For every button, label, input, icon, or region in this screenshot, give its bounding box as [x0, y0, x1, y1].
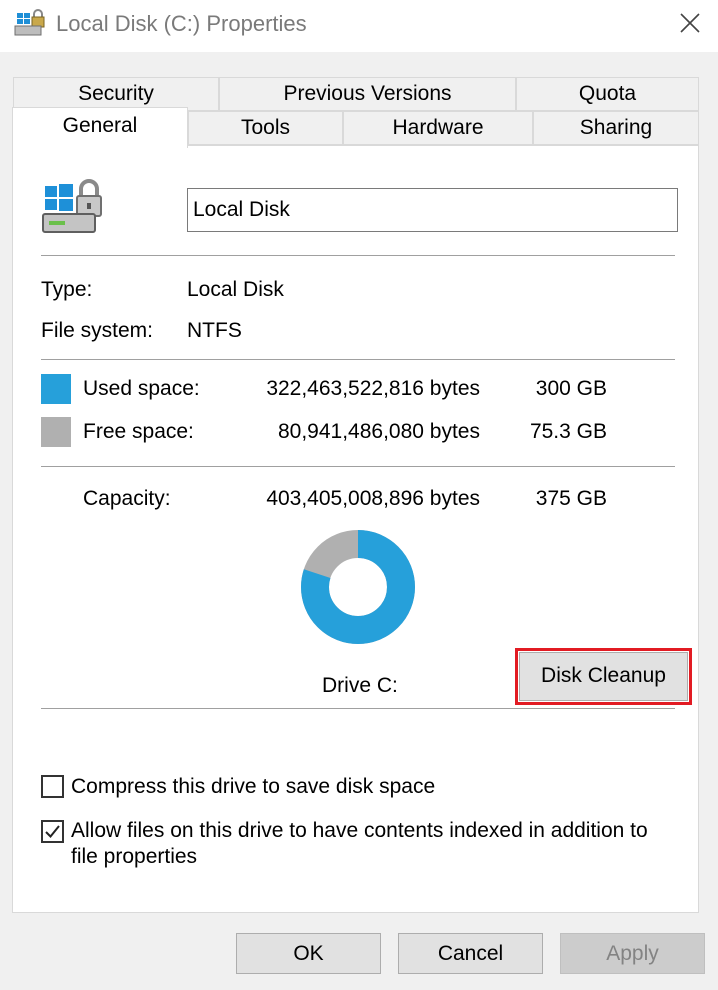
general-tab-panel: Type: Local Disk File system: NTFS Used … [12, 145, 699, 913]
index-label-line2[interactable]: file properties [71, 845, 197, 869]
capacity-size: 375 GB [535, 487, 607, 510]
disk-cleanup-button[interactable]: Disk Cleanup [519, 652, 688, 701]
compress-checkbox[interactable] [41, 775, 64, 798]
tab-quota[interactable]: Quota [516, 77, 699, 111]
index-label-line1[interactable]: Allow files on this drive to have conten… [71, 819, 648, 843]
separator [41, 708, 675, 709]
disk-usage-donut [301, 530, 415, 644]
checkmark-icon [45, 825, 60, 838]
title-bar: Local Disk (C:) Properties [0, 0, 718, 52]
separator [41, 255, 675, 256]
ok-button[interactable]: OK [236, 933, 381, 974]
separator [41, 466, 675, 467]
drive-lock-icon [13, 9, 47, 45]
window-title: Local Disk (C:) Properties [56, 11, 307, 36]
free-space-label: Free space: [83, 420, 194, 443]
close-button[interactable] [662, 0, 718, 52]
capacity-bytes: 403,405,008,896 bytes [266, 487, 480, 510]
free-space-size: 75.3 GB [529, 420, 607, 443]
file-system-value: NTFS [187, 319, 242, 342]
apply-button[interactable]: Apply [560, 933, 705, 974]
cancel-button[interactable]: Cancel [398, 933, 543, 974]
capacity-label: Capacity: [83, 487, 171, 510]
separator [41, 359, 675, 360]
tab-hardware[interactable]: Hardware [343, 111, 533, 145]
drive-name-input[interactable] [188, 189, 677, 231]
tab-security[interactable]: Security [13, 77, 219, 111]
file-system-label: File system: [41, 319, 154, 342]
drive-name-input-box[interactable] [187, 188, 678, 232]
free-space-swatch [41, 417, 71, 447]
type-label: Type: [41, 278, 93, 301]
tab-general[interactable]: General [12, 107, 188, 148]
close-icon [680, 13, 700, 39]
tab-previous-versions[interactable]: Previous Versions [219, 77, 516, 111]
used-space-label: Used space: [83, 377, 200, 400]
index-checkbox[interactable] [41, 820, 64, 843]
windows-drive-lock-icon [41, 176, 107, 244]
drive-label: Drive C: [322, 674, 398, 697]
tab-sharing[interactable]: Sharing [533, 111, 699, 145]
type-value: Local Disk [187, 278, 284, 301]
used-space-bytes: 322,463,522,816 bytes [266, 377, 480, 400]
used-space-swatch [41, 374, 71, 404]
free-space-bytes: 80,941,486,080 bytes [277, 420, 480, 443]
compress-label[interactable]: Compress this drive to save disk space [71, 775, 435, 799]
used-space-size: 300 GB [535, 377, 607, 400]
tab-tools[interactable]: Tools [188, 111, 343, 145]
